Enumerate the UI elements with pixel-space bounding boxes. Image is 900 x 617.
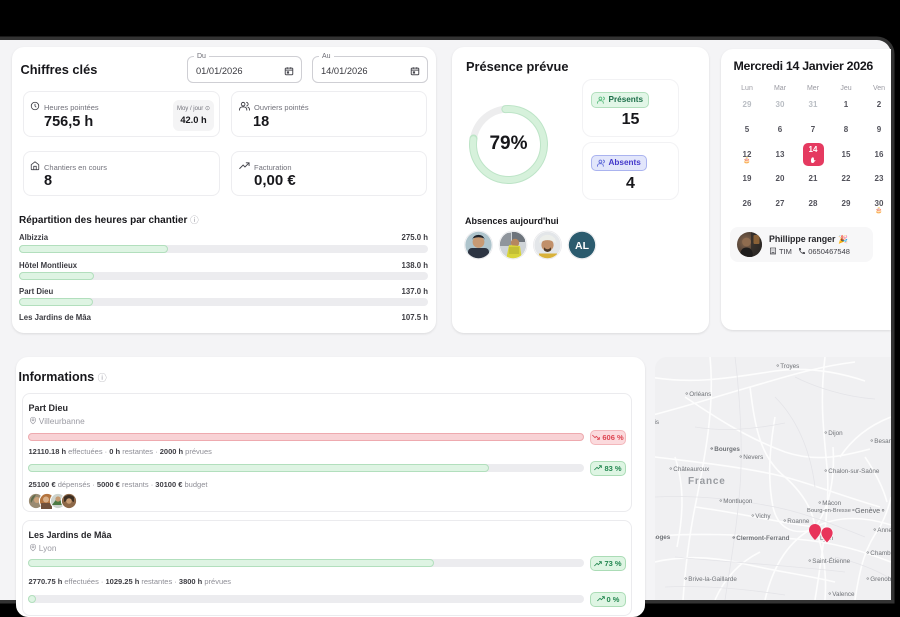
svg-text:⚬Saint-Étienne: ⚬Saint-Étienne [807, 556, 851, 565]
svg-text:⚬Brive-la-Gaillarde: ⚬Brive-la-Gaillarde [683, 576, 737, 583]
svg-text:⚬Clermont-Ferrand: ⚬Clermont-Ferrand [731, 535, 790, 542]
svg-text:⚬Roanne: ⚬Roanne [782, 518, 810, 525]
svg-text:ois: ois [655, 419, 659, 426]
svg-text:Genève⚬: Genève⚬ [855, 506, 886, 515]
svg-text:⚬Chamb: ⚬Chamb [865, 550, 891, 557]
svg-text:⚬Bourges: ⚬Bourges [709, 446, 740, 453]
svg-text:⚬Besan: ⚬Besan [869, 438, 891, 445]
svg-text:⚬Orléans: ⚬Orléans [684, 391, 711, 398]
svg-text:Bourg-en-Bresse⚬: Bourg-en-Bresse⚬ [807, 508, 856, 514]
svg-text:⚬Montluçon: ⚬Montluçon [718, 498, 753, 505]
svg-text:France: France [688, 476, 726, 487]
svg-text:⚬Mâcon: ⚬Mâcon [817, 500, 842, 507]
svg-text:⚬Grenoble: ⚬Grenoble [865, 576, 891, 583]
svg-text:⚬Vichy: ⚬Vichy [750, 513, 771, 520]
svg-text:⚬Troyes: ⚬Troyes [775, 363, 799, 370]
svg-text:⚬Nevers: ⚬Nevers [738, 454, 763, 461]
svg-text:⚬Valence: ⚬Valence [827, 591, 855, 598]
svg-text:⚬Châteauroux: ⚬Châteauroux [668, 466, 710, 473]
svg-text:⚬Anne: ⚬Anne [872, 527, 891, 534]
svg-text:moges: moges [655, 534, 671, 541]
svg-text:⚬Dijon: ⚬Dijon [823, 430, 843, 437]
svg-text:AL: AL [575, 240, 590, 252]
svg-text:⚬Chalon-sur-Saône: ⚬Chalon-sur-Saône [823, 468, 880, 475]
